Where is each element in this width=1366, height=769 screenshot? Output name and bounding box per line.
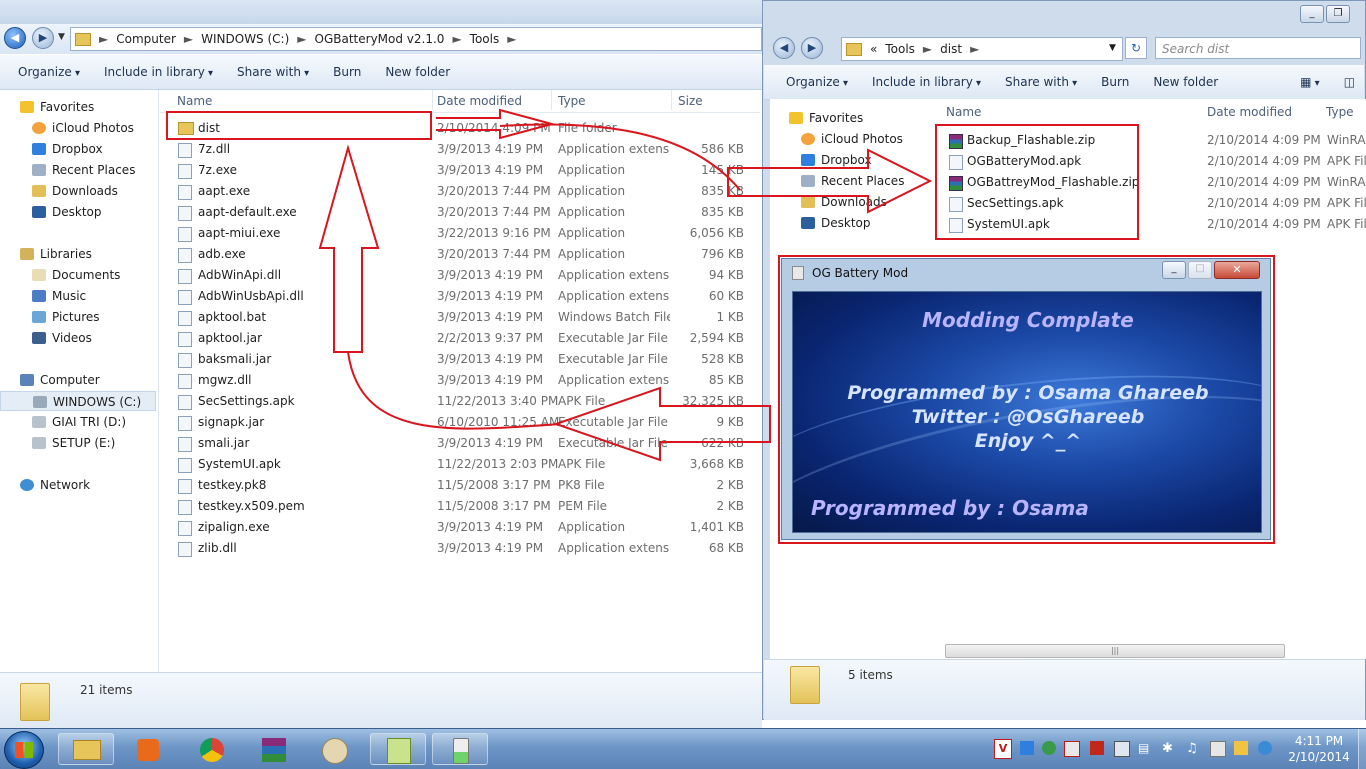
signal-tray-icon[interactable]: ▤ [1138,741,1152,755]
antivirus-tray-icon[interactable]: V [994,739,1012,759]
taskbar: V ▤ ✱ ♫ 4:11 PM 2/10/2014 [0,728,1366,769]
taskbar-media-player-button[interactable] [120,733,176,765]
tools-tray-icon[interactable] [1234,741,1248,755]
explorer-icon [73,740,101,760]
taskbar-chrome-button[interactable] [184,733,240,765]
sync-tray-icon[interactable] [1042,741,1056,755]
bluetooth-icon[interactable]: ✱ [1162,741,1176,756]
security-tray-icon[interactable] [1090,741,1104,755]
action-center-icon[interactable] [1258,741,1272,755]
annotation-arrow-left [552,386,771,462]
annotation-arrow-into-dist [727,148,933,214]
winrar-icon [262,738,286,762]
clock[interactable]: 4:11 PM 2/10/2014 [1282,733,1356,765]
clock-time: 4:11 PM [1294,734,1344,748]
network-tray-icon[interactable] [1210,741,1226,757]
annotation-arrows [318,108,933,462]
show-desktop-button[interactable] [1358,729,1366,769]
volume-icon[interactable]: ♫ [1186,741,1200,756]
taskbar-winrar-button[interactable] [246,733,302,765]
taskbar-og-battery-mod-button[interactable] [432,733,488,765]
dropbox-tray-icon[interactable] [1020,741,1034,755]
start-button[interactable] [4,731,44,769]
annotation-arrow-up [318,144,380,353]
annotation-curve-right [499,123,741,191]
paint-icon [322,738,348,764]
taskbar-paint-button[interactable] [306,733,362,765]
media-player-icon [137,739,159,761]
clock-date: 2/10/2014 [1288,750,1350,764]
annotation-curve-back [347,351,561,430]
taskbar-explorer-button[interactable] [58,733,114,765]
flag-tray-icon[interactable] [1064,741,1080,757]
taskbar-notepad-plus-button[interactable] [370,733,426,765]
battery-app-icon [453,738,469,764]
notepad-plus-icon [387,738,411,764]
chrome-icon [200,738,224,762]
device-tray-icon[interactable] [1114,741,1130,757]
windows-logo-icon [15,742,33,758]
